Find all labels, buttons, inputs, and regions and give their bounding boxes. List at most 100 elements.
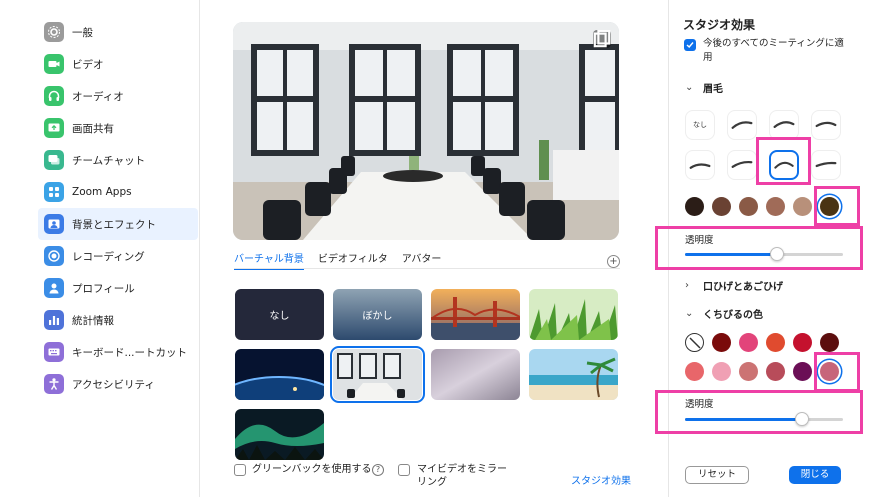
video-preview (233, 22, 619, 240)
sidebar-item-label: 統計情報 (72, 314, 114, 327)
mirror-video-label-line1: マイビデオをミラー (417, 464, 507, 475)
office-preview-image (233, 22, 619, 240)
eyebrow-style-option[interactable] (811, 150, 841, 180)
eyebrow-style-option[interactable] (769, 150, 799, 180)
background-thumb-golden-gate-bridge[interactable] (431, 289, 520, 340)
eyebrow-opacity-thumb[interactable] (769, 247, 784, 261)
sidebar-item-stats[interactable]: 統計情報 (38, 304, 198, 336)
sidebar-item-video[interactable]: ビデオ (38, 48, 198, 80)
eyebrow-none-label: なし (693, 121, 707, 129)
background-thumb-beach[interactable] (529, 349, 618, 400)
apply-all-checkbox[interactable] (684, 39, 696, 51)
tab-1[interactable]: ビデオフィルタ (318, 250, 388, 270)
green-screen-checkbox[interactable] (234, 464, 246, 476)
eyebrow-color-swatch[interactable] (712, 197, 731, 216)
lip-color-swatch[interactable] (739, 362, 758, 381)
eyebrow-shape-icon (731, 160, 753, 168)
mirror-video-label-line2: リング (417, 477, 447, 488)
eyebrow-color-swatch[interactable] (739, 197, 758, 216)
sidebar-nav: 一般ビデオオーディオ画面共有チームチャット Zoom Apps 背景とエフェクト レコ… (38, 16, 198, 400)
background-thumb-office-room[interactable] (330, 346, 425, 403)
sidebar-item-screen-share[interactable]: 画面共有 (38, 112, 198, 144)
eyebrow-opacity-label: 透明度 (685, 235, 714, 246)
sidebar-item-label: レコーディング (72, 250, 145, 263)
chevron-right-icon: › (685, 280, 689, 291)
background-thumb-grass[interactable] (529, 289, 618, 340)
add-background-icon[interactable]: + (607, 255, 620, 268)
sidebar-item-headphones[interactable]: オーディオ (38, 80, 198, 112)
eyebrow-opacity-fill (685, 253, 777, 256)
eyebrow-style-option[interactable] (769, 110, 799, 140)
background-thumb-blur[interactable]: ぼかし (333, 289, 422, 340)
help-icon[interactable]: ? (372, 464, 384, 476)
eyebrow-style-none[interactable]: なし (685, 110, 715, 140)
screen-share-icon (44, 118, 64, 138)
eyebrow-shape-icon (815, 161, 837, 168)
green-screen-label: グリーンバックを使用する (252, 464, 372, 475)
lip-color-swatch[interactable] (685, 362, 704, 381)
eyebrow-color-swatch[interactable] (793, 197, 812, 216)
lip-color-swatch[interactable] (766, 333, 785, 352)
eyebrows-label: 眉毛 (703, 84, 723, 95)
lip-color-swatch[interactable] (766, 362, 785, 381)
sidebar-item-label: ビデオ (72, 58, 104, 71)
sidebar-item-chat[interactable]: チームチャット (38, 144, 198, 176)
tab-0[interactable]: バーチャル背景 (234, 250, 304, 270)
sidebar-item-label: アクセシビリティ (72, 378, 155, 391)
lip-color-swatch[interactable] (820, 362, 839, 381)
sidebar-item-profile[interactable]: プロフィール (38, 272, 198, 304)
sidebar-item-accessibility[interactable]: アクセシビリティ (38, 368, 198, 400)
apps-icon (44, 182, 64, 202)
eyebrow-shape-icon (731, 121, 753, 129)
sidebar-item-background[interactable]: 背景とエフェクト (38, 208, 198, 240)
reset-button[interactable]: リセット (685, 466, 749, 484)
lip-opacity-thumb[interactable] (794, 412, 809, 426)
accessibility-icon (44, 374, 64, 394)
eyebrow-opacity-slider[interactable] (685, 247, 843, 261)
eyebrow-color-swatch[interactable] (820, 197, 839, 216)
lip-color-swatch[interactable] (793, 362, 812, 381)
mustache-section-header[interactable]: › 口ひげとあごひげ (685, 278, 783, 293)
settings-sidebar: 一般ビデオオーディオ画面共有チームチャット Zoom Apps 背景とエフェクト レコ… (24, 0, 200, 497)
mirror-video-checkbox[interactable] (398, 464, 410, 476)
studio-effects-link[interactable]: スタジオ効果 (571, 472, 631, 487)
no-color-icon[interactable] (685, 333, 704, 352)
studio-effects-panel: スタジオ効果 今後のすべてのミーティングに適用 ⌄ 眉毛 なし 透明度 › 口ひ… (668, 0, 858, 497)
eyebrow-shape-icon (689, 163, 711, 169)
background-thumb-aurora[interactable] (235, 409, 324, 460)
mirror-video-label: マイビデオをミラー リング (417, 463, 507, 489)
mirror-toggle-icon[interactable] (593, 30, 611, 48)
background-thumb-purple-gradient[interactable] (431, 349, 520, 400)
sidebar-item-gear[interactable]: 一般 (38, 16, 198, 48)
eyebrow-color-swatch[interactable] (766, 197, 785, 216)
eyebrow-style-option[interactable] (727, 110, 757, 140)
eyebrow-style-option[interactable] (685, 150, 715, 180)
lip-color-swatch[interactable] (793, 333, 812, 352)
eyebrow-style-option[interactable] (811, 110, 841, 140)
background-effects-panel: バーチャル背景 ビデオフィルタ アバター + なし ぼかし グリーンバックを使用する … (201, 0, 668, 497)
sidebar-item-keyboard[interactable]: キーボード...ートカット (38, 336, 198, 368)
eyebrow-color-swatch[interactable] (685, 197, 704, 216)
lips-label: くちびるの色 (703, 310, 763, 321)
chat-icon (44, 150, 64, 170)
lips-section-header[interactable]: ⌄ くちびるの色 (685, 306, 763, 321)
sidebar-item-record[interactable]: レコーディング (38, 240, 198, 272)
sidebar-item-label: 背景とエフェクト (72, 218, 156, 231)
sidebar-item-label: 画面共有 (72, 122, 114, 135)
lip-color-swatch[interactable] (820, 333, 839, 352)
lip-color-swatch[interactable] (712, 333, 731, 352)
lip-opacity-slider[interactable] (685, 412, 843, 426)
lip-opacity-fill (685, 418, 802, 421)
eyebrow-style-option[interactable] (727, 150, 757, 180)
tab-2[interactable]: アバター (402, 250, 442, 270)
background-thumb-earth-from-space[interactable] (235, 349, 324, 400)
apply-all-label: 今後のすべてのミーティングに適用 (703, 38, 844, 63)
tab-divider (234, 268, 620, 269)
lip-color-swatch[interactable] (739, 333, 758, 352)
eyebrows-section-header[interactable]: ⌄ 眉毛 (685, 80, 723, 95)
background-thumb-none[interactable]: なし (235, 289, 324, 340)
lip-color-swatch[interactable] (712, 362, 731, 381)
close-button[interactable]: 閉じる (789, 466, 841, 484)
sidebar-item-apps[interactable]: Zoom Apps (38, 176, 198, 208)
video-icon (44, 54, 64, 74)
